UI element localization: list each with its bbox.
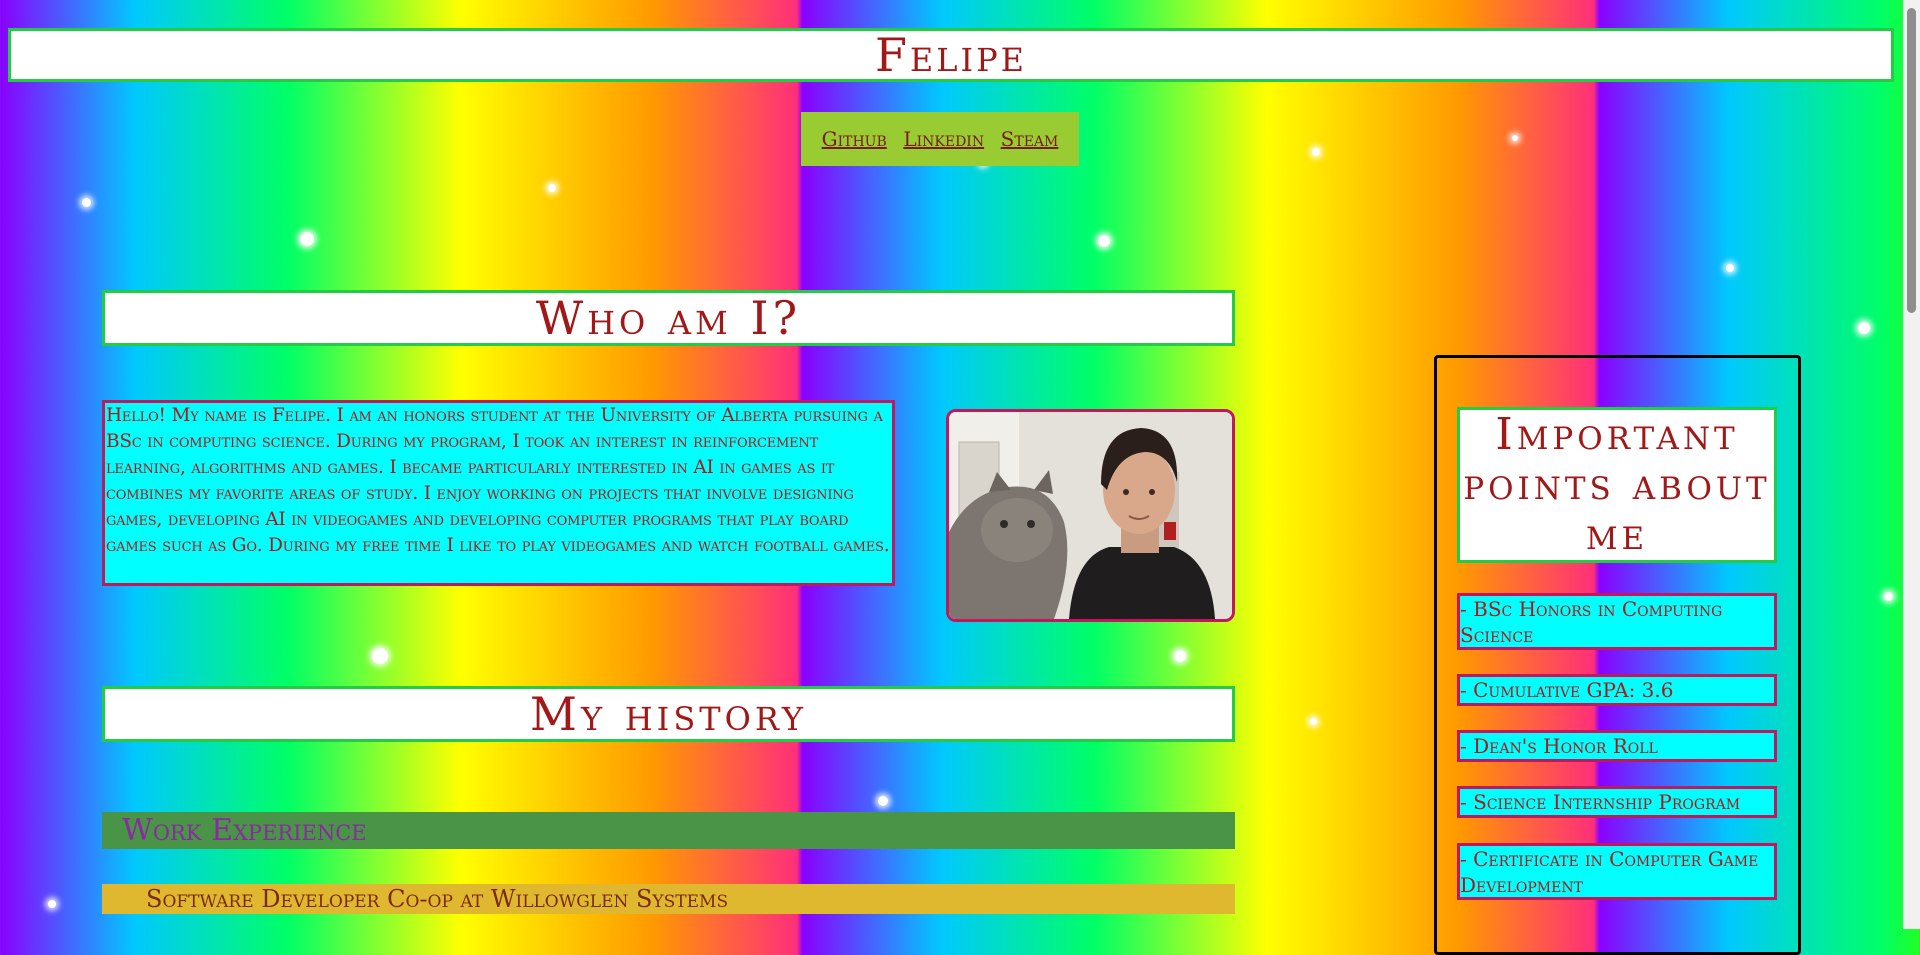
about-heading: Who am I? (535, 291, 802, 345)
point-item: - BSc Honors in Computing Science (1457, 593, 1777, 650)
steam-link[interactable]: Steam (1001, 127, 1059, 151)
linkedin-link[interactable]: Linkedin (903, 127, 984, 151)
point-item: - Science Internship Program (1457, 786, 1777, 818)
site-title-bar: Felipe (8, 28, 1894, 82)
sidebar-title-box: Important points about me (1457, 407, 1777, 563)
point-item: - Cumulative GPA: 3.6 (1457, 674, 1777, 706)
bio-text: Hello! My name is Felipe. I am an honors… (102, 400, 895, 586)
history-heading: My history (529, 687, 808, 741)
github-link[interactable]: Github (822, 127, 887, 151)
work-experience-label: Work Experience (122, 813, 367, 848)
sidebar-title: Important points about me (1463, 409, 1771, 560)
job-title: Software Developer Co-op at Willowglen S… (146, 885, 729, 913)
job-entry: Software Developer Co-op at Willowglen S… (102, 884, 1235, 914)
work-experience-heading: Work Experience (102, 812, 1235, 849)
history-heading-box: My history (102, 686, 1235, 742)
social-nav: Github Linkedin Steam (801, 112, 1079, 166)
about-heading-box: Who am I? (102, 290, 1235, 346)
point-item: - Dean's Honor Roll (1457, 730, 1777, 762)
site-title: Felipe (874, 28, 1028, 82)
page-scrollbar[interactable] (1903, 0, 1920, 929)
scrollbar-thumb[interactable] (1907, 8, 1916, 313)
profile-photo (946, 409, 1235, 622)
point-item: - Certificate in Computer Game Developme… (1457, 843, 1777, 900)
